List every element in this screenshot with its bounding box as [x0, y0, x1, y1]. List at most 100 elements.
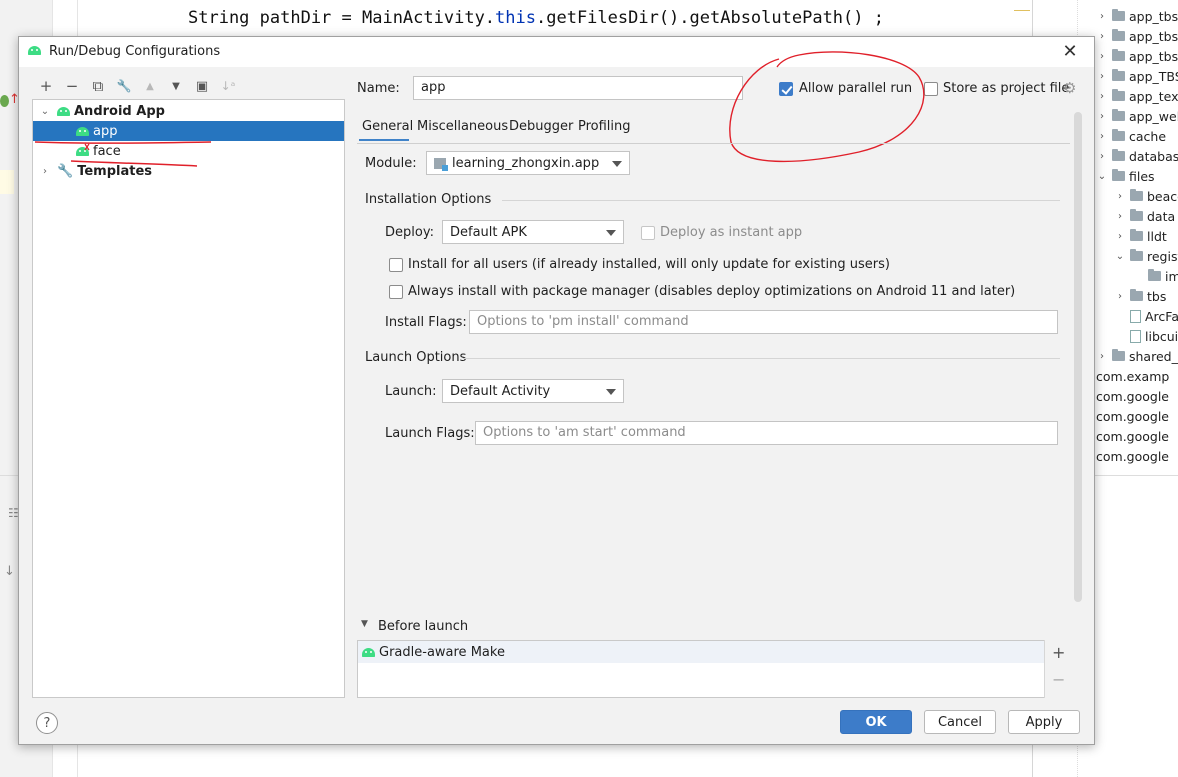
chevron-right-icon[interactable]: › — [1096, 91, 1108, 102]
project-tree-label: app_TBS — [1129, 68, 1178, 84]
tab-profiling[interactable]: Profiling — [578, 119, 631, 134]
project-tree-label: com.google — [1096, 388, 1169, 404]
folder-icon[interactable]: ▣ — [189, 77, 215, 95]
project-tree-item[interactable]: › beaco — [1114, 186, 1178, 206]
active-tab-indicator — [359, 139, 409, 141]
chevron-right-icon[interactable]: › — [1114, 211, 1126, 222]
project-tree-label: app_tbs_ — [1129, 28, 1178, 44]
folder-icon — [1112, 129, 1125, 141]
folder-icon — [1130, 189, 1143, 201]
chevron-right-icon[interactable]: › — [1096, 71, 1108, 82]
project-tree-label: database — [1129, 148, 1178, 164]
remove-icon[interactable]: − — [1052, 670, 1065, 689]
cancel-button[interactable]: Cancel — [924, 710, 996, 734]
scrollbar[interactable] — [1074, 112, 1082, 602]
close-button[interactable]: ✕ — [1060, 41, 1080, 62]
name-field[interactable]: app — [413, 76, 743, 100]
before-launch-item[interactable]: Gradle-aware Make — [358, 641, 1069, 663]
always-install-label[interactable]: Always install with package manager (dis… — [408, 284, 1015, 299]
project-tree-item[interactable]: › app_text — [1096, 86, 1178, 106]
chevron-right-icon[interactable]: › — [1096, 351, 1108, 362]
project-tree-item[interactable]: ArcFa — [1114, 306, 1178, 326]
project-tree-item[interactable]: ⌄ files — [1096, 166, 1155, 186]
folder-icon — [1130, 249, 1143, 261]
section-divider — [463, 358, 1060, 359]
project-tree-label: im — [1165, 268, 1178, 284]
launch-flags-input[interactable]: Options to 'am start' command — [475, 421, 1058, 445]
chevron-right-icon[interactable]: › — [1096, 111, 1108, 122]
wrench-icon[interactable]: 🔧 — [111, 77, 137, 95]
chevron-down-icon[interactable]: ⌄ — [1114, 251, 1126, 262]
instant-app-checkbox[interactable] — [641, 226, 655, 240]
scroll-marker — [1014, 10, 1030, 11]
move-up-icon[interactable]: ▲ — [137, 77, 163, 95]
move-down-icon[interactable]: ▼ — [163, 77, 189, 95]
project-tree-item[interactable]: ⌄ regist — [1114, 246, 1178, 266]
before-launch-list: Gradle-aware Make — [357, 640, 1070, 698]
install-all-users-label[interactable]: Install for all users (if already instal… — [408, 257, 890, 272]
module-select[interactable]: learning_zhongxin.app — [426, 151, 630, 175]
deploy-select[interactable]: Default APK — [442, 220, 624, 244]
folder-icon — [1112, 169, 1125, 181]
sort-icon[interactable]: ↓ᵃ — [215, 77, 241, 95]
tab-miscellaneous[interactable]: Miscellaneous — [417, 119, 508, 134]
chevron-right-icon[interactable]: › — [1096, 151, 1108, 162]
chevron-right-icon[interactable]: › — [1096, 11, 1108, 22]
project-tree-label: lldt — [1147, 228, 1167, 244]
copy-icon[interactable]: ⧉ — [85, 77, 111, 95]
chevron-right-icon[interactable]: › — [1096, 31, 1108, 42]
add-icon[interactable]: + — [33, 77, 59, 95]
launch-select[interactable]: Default Activity — [442, 379, 624, 403]
apply-button[interactable]: Apply — [1008, 710, 1080, 734]
project-tree-label: com.google — [1096, 408, 1169, 424]
install-flags-label: Install Flags: — [385, 315, 467, 330]
project-tree-item[interactable]: › lldt — [1114, 226, 1167, 246]
chevron-right-icon[interactable]: › — [1114, 231, 1126, 242]
before-launch-heading[interactable]: Before launch — [378, 619, 468, 634]
gear-icon[interactable]: ⚙ — [1063, 79, 1076, 97]
project-tree-item[interactable]: › app_tbs — [1096, 6, 1178, 26]
project-tree-item[interactable]: libcui — [1114, 326, 1178, 346]
chevron-down-icon[interactable]: ▼ — [361, 619, 368, 629]
project-tree-item[interactable]: › database — [1096, 146, 1178, 166]
remove-icon[interactable]: − — [59, 77, 85, 95]
install-all-users-checkbox[interactable] — [389, 258, 403, 272]
project-tree-item[interactable]: › app_tbs_ — [1096, 46, 1178, 66]
project-tree-item[interactable]: › tbs — [1114, 286, 1166, 306]
chevron-right-icon[interactable]: › — [1114, 291, 1126, 302]
ok-button[interactable]: OK — [840, 710, 912, 734]
chevron-right-icon[interactable]: › — [1114, 191, 1126, 202]
folder-icon — [1112, 29, 1125, 41]
install-flags-input[interactable]: Options to 'pm install' command — [469, 310, 1058, 334]
folder-icon — [1112, 109, 1125, 121]
project-tree-item[interactable]: im — [1132, 266, 1178, 286]
tabs-divider — [357, 143, 1070, 144]
tab-debugger[interactable]: Debugger — [509, 119, 573, 134]
project-tree-item[interactable]: › cache — [1096, 126, 1166, 146]
project-tree-label: com.examp — [1096, 368, 1170, 384]
store-project-label[interactable]: Store as project file — [943, 81, 1069, 96]
instant-app-label[interactable]: Deploy as instant app — [660, 225, 802, 240]
chevron-down-icon[interactable]: ⌄ — [1096, 171, 1108, 182]
project-tree-item[interactable]: › data — [1114, 206, 1175, 226]
help-button[interactable]: ? — [36, 712, 58, 734]
annotation-circle — [729, 51, 925, 163]
folder-icon — [1130, 209, 1143, 221]
add-icon[interactable]: + — [1052, 643, 1065, 662]
before-launch-item-label: Gradle-aware Make — [379, 644, 505, 660]
project-tree-item[interactable]: › shared_p — [1096, 346, 1178, 366]
project-tree-label: files — [1129, 168, 1155, 184]
chevron-right-icon[interactable]: › — [1096, 51, 1108, 62]
project-tree-item[interactable]: › app_tbs_ — [1096, 26, 1178, 46]
chevron-right-icon[interactable]: › — [1096, 131, 1108, 142]
project-tree-item[interactable]: › app_TBS — [1096, 66, 1178, 86]
installation-options-heading: Installation Options — [365, 192, 492, 207]
download-icon[interactable]: ↓ — [4, 564, 15, 579]
project-tree-item[interactable]: › app_web — [1096, 106, 1178, 126]
tab-general[interactable]: General — [362, 119, 413, 134]
file-icon — [1130, 309, 1141, 323]
folder-icon — [1112, 69, 1125, 81]
android-icon — [28, 46, 41, 55]
always-install-checkbox[interactable] — [389, 285, 403, 299]
chevron-down-icon — [606, 230, 616, 236]
